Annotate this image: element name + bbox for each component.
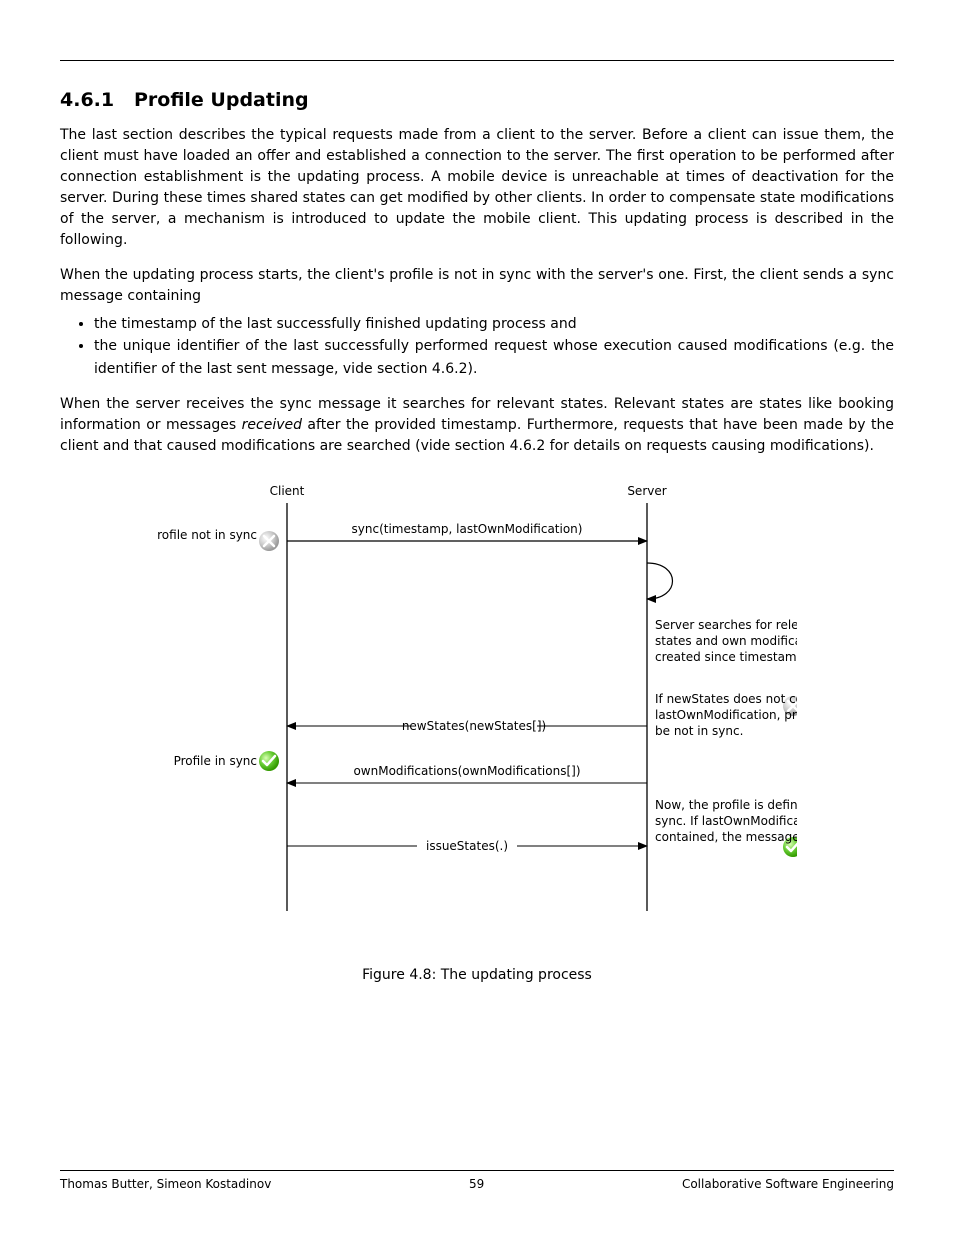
- right-annot-top-3: be not in sync.: [655, 724, 743, 738]
- self-note-3: created since timestamp.: [655, 650, 797, 664]
- footer-left: Thomas Butter, Simeon Kostadinov: [60, 1177, 271, 1191]
- top-rule: [60, 60, 894, 61]
- sequence-svg: Client Server Profile not in sync sync(t…: [157, 481, 797, 941]
- footer-center: 59: [469, 1177, 484, 1191]
- paragraph-2: When the updating process starts, the cl…: [60, 265, 894, 307]
- section-title: Profile Updating: [134, 89, 309, 111]
- paragraph-3: When the server receives the sync messag…: [60, 394, 894, 457]
- right-annot-bot-3: contained, the message is ignored.: [655, 830, 797, 844]
- right-annot-top-2: lastOwnModification, profile may: [655, 708, 797, 722]
- in-sync-icon: [259, 751, 279, 771]
- right-annot-bot-2: sync. If lastOwnModification is: [655, 814, 797, 828]
- section-number: 4.6.1: [60, 89, 114, 111]
- paragraph-1: The last section describes the typical r…: [60, 125, 894, 251]
- not-sync-icon: [259, 531, 279, 551]
- self-call-arc: [647, 563, 673, 599]
- profile-in-sync-label: Profile in sync: [174, 754, 257, 768]
- server-label: Server: [627, 484, 666, 498]
- bullet-2: the unique identifier of the last succes…: [94, 335, 894, 380]
- para3-em: received: [242, 417, 302, 433]
- ownmods-label: ownModifications(ownModifications[]): [353, 764, 580, 778]
- figure-sequence-diagram: Client Server Profile not in sync sync(t…: [157, 471, 797, 1015]
- bullet-1: the timestamp of the last successfully f…: [94, 313, 894, 335]
- client-label: Client: [270, 484, 305, 498]
- profile-not-sync-label: Profile not in sync: [157, 528, 257, 542]
- sync-label: sync(timestamp, lastOwnModification): [352, 522, 583, 536]
- footer-right: Collaborative Software Engineering: [682, 1177, 894, 1191]
- section-heading: 4.6.1 Profile Updating: [60, 89, 894, 111]
- right-annot-bot-1: Now, the profile is definitely in: [655, 798, 797, 812]
- bottom-rule: [60, 1170, 894, 1171]
- self-note-1: Server searches for relevant: [655, 618, 797, 632]
- self-note-2: states and own modifications: [655, 634, 797, 648]
- right-annot-top-1: If newStates does not contain the: [655, 692, 797, 706]
- page-footer: Thomas Butter, Simeon Kostadinov 59 Coll…: [60, 1170, 894, 1191]
- figure-caption: Figure 4.8: The updating process: [157, 967, 797, 983]
- issuestates-label: issueStates(.): [426, 839, 508, 853]
- newstates-label: newStates(newStates[]): [402, 719, 546, 733]
- bullet-list: the timestamp of the last successfully f…: [94, 313, 894, 380]
